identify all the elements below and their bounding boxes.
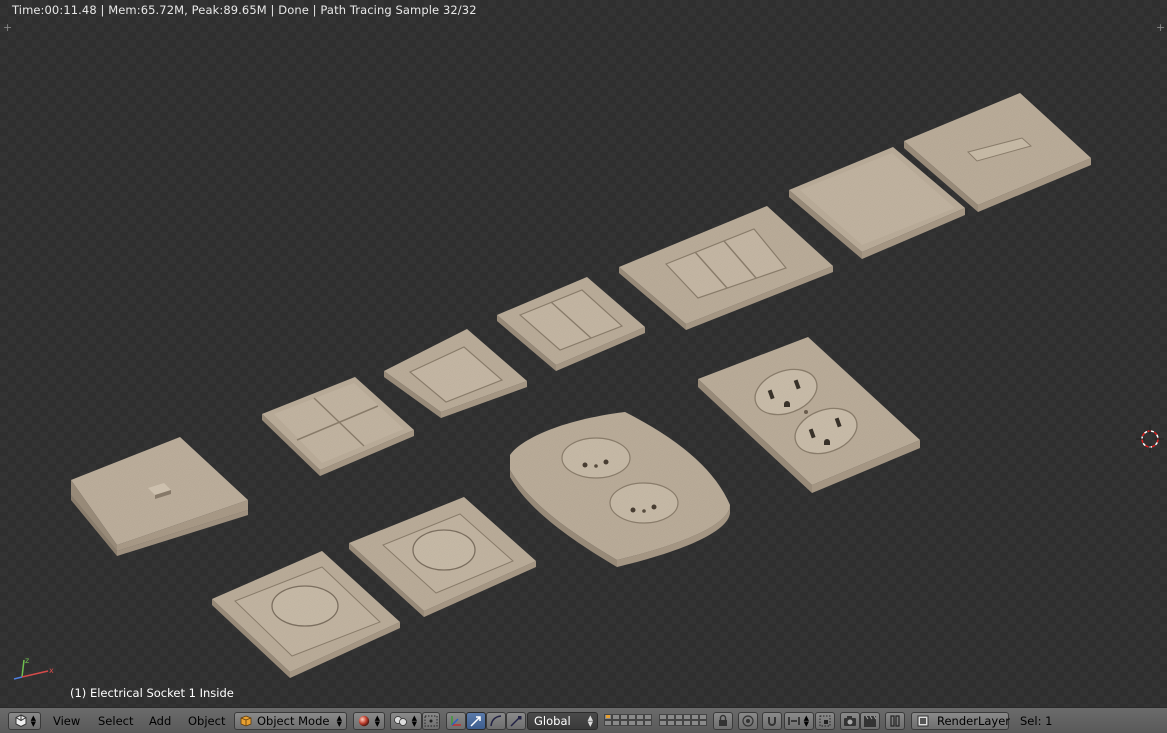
axis-orientation-icon: z x	[13, 656, 54, 680]
mode-dropdown[interactable]: Object Mode ▲ ▼	[234, 712, 347, 730]
active-object-label: (1) Electrical Socket 1 Inside	[70, 686, 234, 700]
plate-nub-switch	[71, 437, 248, 556]
mode-label: Object Mode	[257, 714, 330, 728]
render-layer-field[interactable]: RenderLayer	[911, 712, 1011, 730]
render-scene	[71, 93, 1091, 678]
render-opengl-animation-button[interactable]	[860, 712, 880, 730]
snap-increment-icon	[788, 717, 800, 725]
lock-icon	[719, 714, 727, 726]
layer-grid-2[interactable]	[659, 712, 708, 730]
pause-render-button[interactable]	[885, 712, 905, 730]
pivot-only-locations-button[interactable]	[422, 712, 440, 730]
selection-count: Sel: 1	[1020, 714, 1053, 728]
lock-camera-button[interactable]	[713, 712, 733, 730]
manipulator-axes-icon	[451, 716, 461, 726]
menu-object[interactable]: Object	[188, 714, 225, 728]
rotate-manipulator-button[interactable]	[486, 712, 506, 730]
outlet-us-duplex	[698, 337, 920, 493]
render-status-text: Time:00:11.48 | Mem:65.72M, Peak:89.65M …	[12, 3, 477, 17]
chevron-updown-icon: ▲ ▼	[587, 714, 593, 728]
3d-view-editor-icon	[15, 714, 27, 728]
svg-text:x: x	[49, 666, 54, 675]
pivot-point-icon	[394, 716, 407, 726]
socket-square-back	[349, 497, 536, 617]
scale-manipulator-button[interactable]	[506, 712, 526, 730]
menu-view[interactable]: View	[53, 714, 80, 728]
manipulator-toggle[interactable]	[446, 712, 466, 730]
editor-type-button[interactable]: ▲ ▼	[8, 712, 41, 730]
rotate-arc-icon	[490, 715, 502, 727]
orientation-label: Global	[534, 714, 571, 728]
chevron-updown-icon: ▲ ▼	[411, 714, 417, 728]
chevron-updown-icon: ▲ ▼	[803, 714, 809, 728]
magnet-icon	[768, 717, 776, 726]
snap-target-button[interactable]	[815, 712, 835, 730]
menu-add[interactable]: Add	[149, 714, 171, 728]
scale-icon	[510, 716, 522, 727]
cube-icon	[240, 715, 252, 727]
layer-grid-1[interactable]	[604, 712, 653, 730]
snap-element-dropdown[interactable]: ▲ ▼	[784, 712, 814, 730]
camera-icon	[844, 716, 856, 726]
snap-toggle-button[interactable]	[762, 712, 782, 730]
translate-manipulator-button[interactable]	[466, 712, 486, 730]
plate-triple-switch	[619, 206, 833, 330]
chevron-updown-icon: ▲ ▼	[374, 714, 380, 728]
clapperboard-icon	[864, 715, 877, 727]
chevron-updown-icon: ▲ ▼	[336, 714, 342, 728]
proportional-editing-button[interactable]	[738, 712, 758, 730]
area-split-corner-top-left[interactable]: +	[3, 22, 12, 33]
svg-text:z: z	[25, 656, 29, 665]
outlet-rounded-double	[510, 412, 730, 567]
plate-quad-switch	[262, 377, 414, 476]
chevron-updown-icon: ▲ ▼	[30, 714, 36, 728]
plate-double-switch	[497, 277, 645, 371]
transform-orientation-dropdown[interactable]: Global ▲ ▼	[527, 712, 598, 730]
3d-view-header: ▲ ▼ View Select Add Object Object Mode ▲ ▼…	[0, 707, 1167, 733]
proportional-circle-icon	[742, 715, 754, 727]
render-opengl-image-button[interactable]	[840, 712, 860, 730]
blender-window: Time:00:11.48 | Mem:65.72M, Peak:89.65M …	[0, 0, 1167, 733]
pivot-point-dropdown[interactable]: ▲ ▼	[390, 712, 422, 730]
area-split-corner-top-right[interactable]: +	[1156, 22, 1165, 33]
menu-select[interactable]: Select	[98, 714, 133, 728]
pause-icon	[890, 715, 900, 727]
dotted-grid-icon	[424, 715, 438, 727]
plate-single-switch	[384, 329, 527, 418]
3d-cursor-icon[interactable]	[1136, 425, 1164, 453]
active-layer-dot-icon	[606, 715, 610, 718]
render-layer-icon	[917, 715, 929, 727]
snap-grid-icon	[819, 715, 831, 727]
arrow-icon	[470, 716, 481, 727]
socket-square-front	[212, 551, 400, 678]
3d-viewport[interactable]: Time:00:11.48 | Mem:65.72M, Peak:89.65M …	[0, 0, 1167, 707]
render-layer-label: RenderLayer	[937, 714, 1011, 728]
sphere-shading-icon	[358, 715, 370, 727]
viewport-shading-dropdown[interactable]: ▲ ▼	[353, 712, 385, 730]
